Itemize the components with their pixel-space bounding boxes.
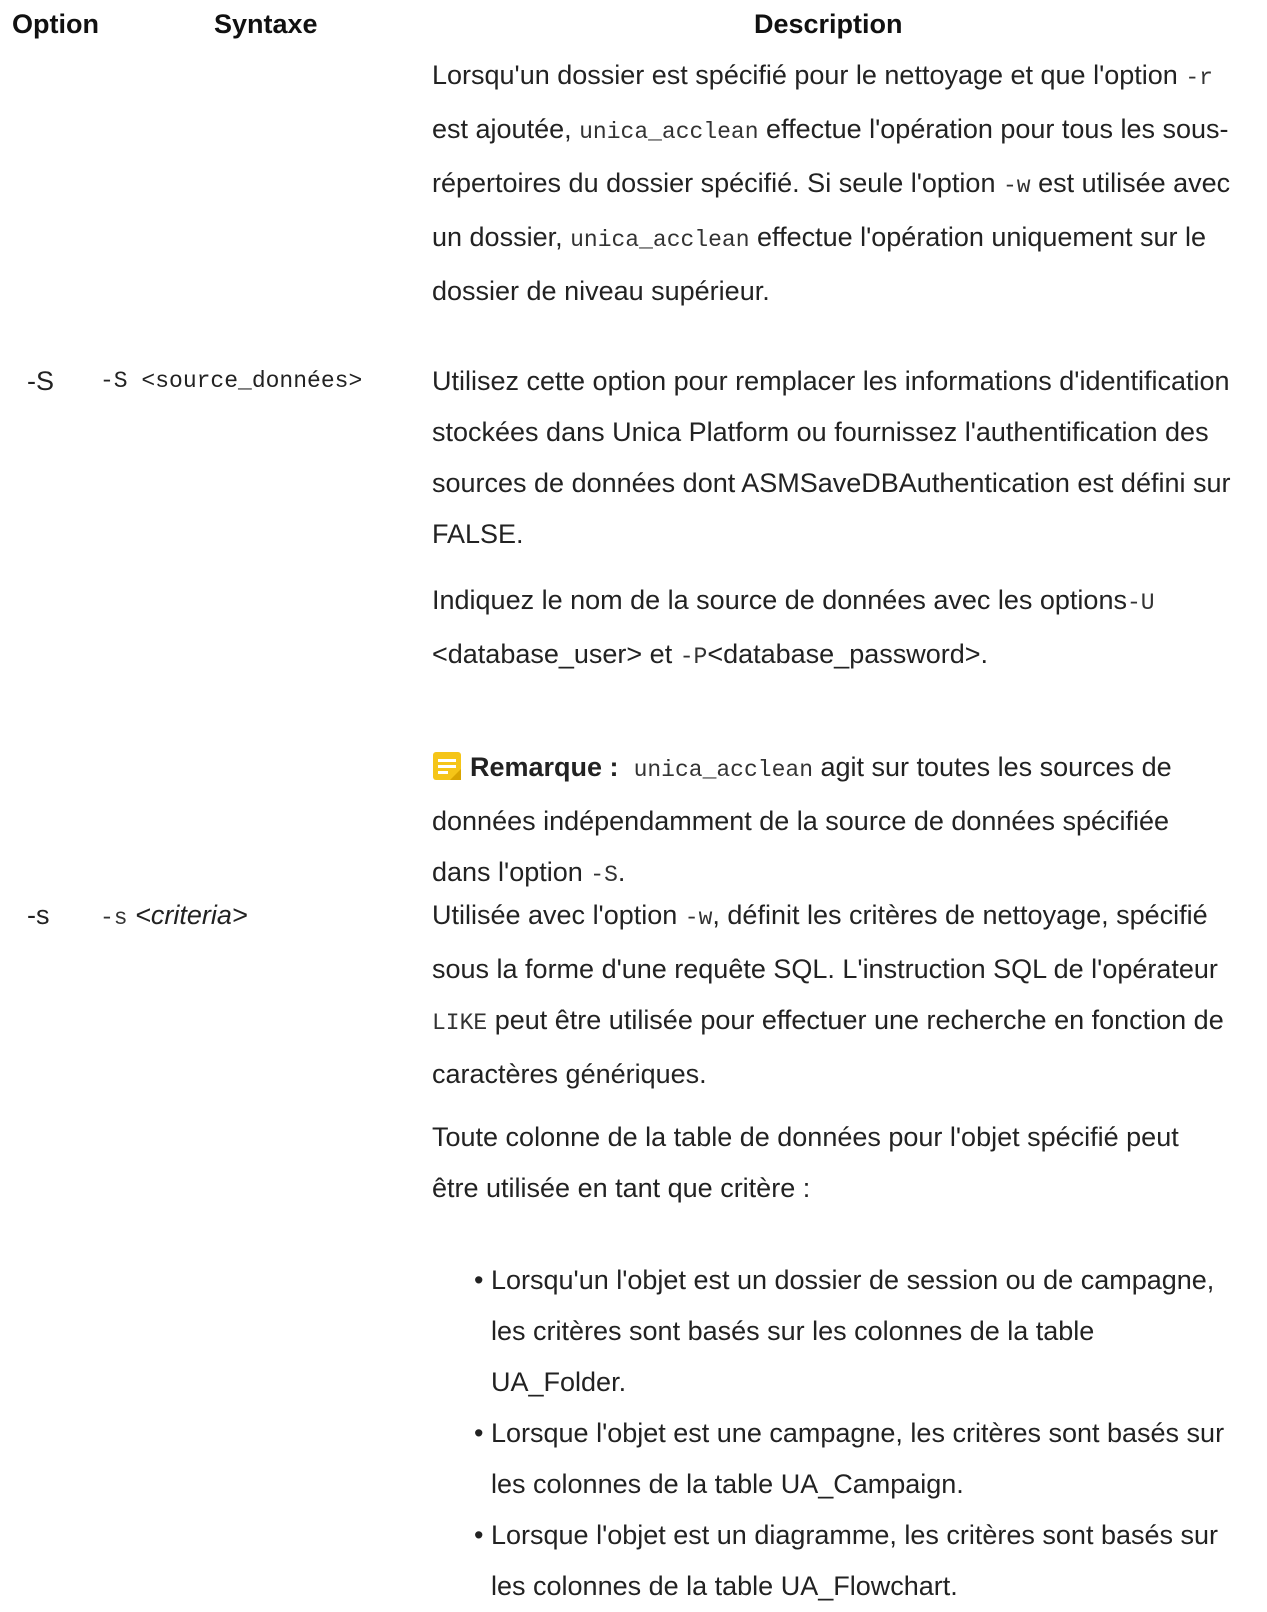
note-paragraph: Remarque : unica_acclean agit sur toutes… bbox=[432, 752, 1172, 888]
column-header-description: Description bbox=[754, 9, 903, 39]
code-option-r: -r bbox=[1185, 65, 1213, 91]
syntax-cell-S: -S <source_données> bbox=[100, 368, 363, 394]
note-label: Remarque : bbox=[470, 752, 619, 782]
description-paragraph: Utilisée avec l'option -w, définit les c… bbox=[432, 900, 1224, 1089]
option-cell-s: -s bbox=[27, 900, 50, 930]
code-option-w: -w bbox=[1002, 173, 1031, 199]
note-icon bbox=[433, 752, 461, 780]
option-cell-S: -S bbox=[27, 366, 54, 396]
code-like: LIKE bbox=[432, 1010, 488, 1036]
column-header-syntaxe: Syntaxe bbox=[214, 9, 318, 39]
code-option-U: -U bbox=[1126, 590, 1155, 616]
list-item: Lorsqu'un l'objet est un dossier de sess… bbox=[470, 1255, 1230, 1408]
description-paragraph: Toute colonne de la table de données pou… bbox=[432, 1122, 1179, 1203]
code-option-P: -P bbox=[679, 644, 708, 670]
code-command: unica_acclean bbox=[579, 119, 759, 145]
description-paragraph: Utilisez cette option pour remplacer les… bbox=[432, 366, 1231, 549]
code-option-w: -w bbox=[684, 905, 713, 931]
code-command: unica_acclean bbox=[633, 757, 813, 783]
column-header-option: Option bbox=[12, 9, 99, 39]
syntax-cell-s: -s <criteria> bbox=[100, 900, 248, 931]
description-paragraph: Indiquez le nom de la source de données … bbox=[432, 585, 1155, 670]
list-item: Lorsque l'objet est une campagne, les cr… bbox=[470, 1408, 1230, 1510]
criteria-list: Lorsqu'un l'objet est un dossier de sess… bbox=[470, 1255, 1230, 1612]
code-option-S: -S bbox=[590, 862, 618, 888]
description-paragraph: Lorsqu'un dossier est spécifié pour le n… bbox=[432, 60, 1231, 306]
list-item: Lorsque l'objet est un diagramme, les cr… bbox=[470, 1510, 1230, 1612]
code-command: unica_acclean bbox=[570, 227, 750, 253]
